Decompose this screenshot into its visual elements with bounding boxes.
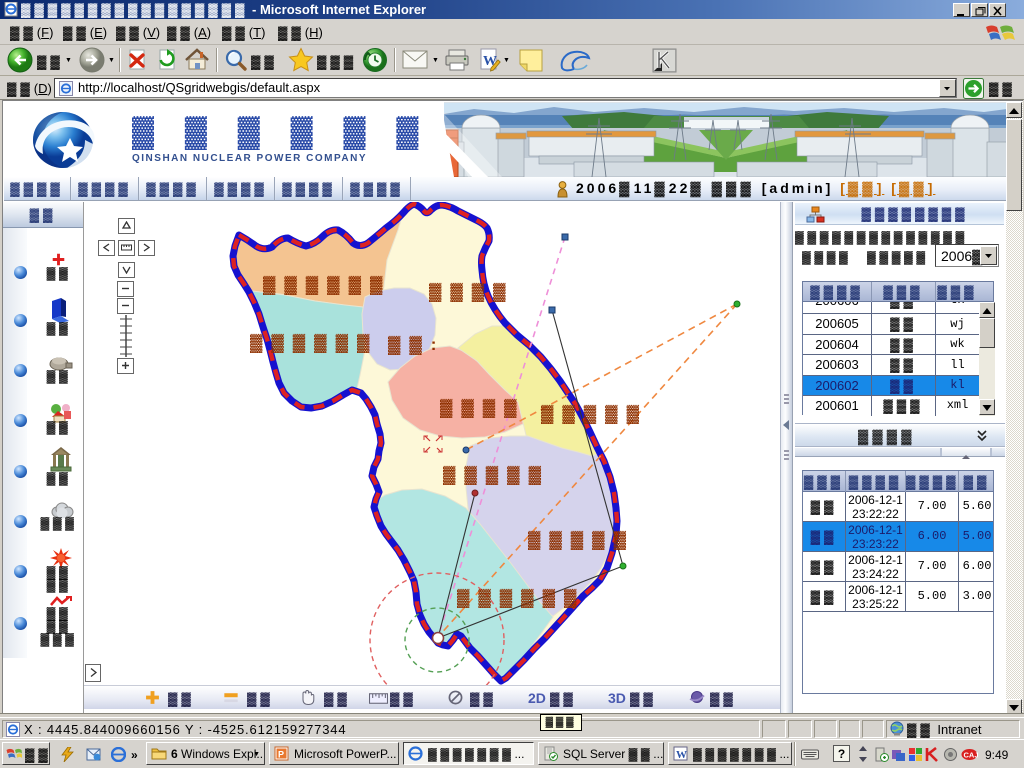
svg-text:▓▓▓▓▓▓: ▓▓▓▓▓▓	[263, 275, 391, 295]
svg-text:▓▓:: ▓▓:	[388, 335, 445, 355]
svg-text:▓▓▓▓▓▓: ▓▓▓▓▓▓	[250, 333, 378, 353]
svg-text:W: W	[676, 749, 687, 761]
svg-text:P: P	[278, 750, 284, 760]
svg-text:▓▓▓▓▓: ▓▓▓▓▓	[528, 530, 635, 550]
svg-text:CAJ: CAJ	[964, 751, 979, 760]
svg-text:▓▓▓▓▓: ▓▓▓▓▓	[443, 465, 550, 485]
svg-text:▓▓▓▓▓▓: ▓▓▓▓▓▓	[457, 588, 585, 608]
svg-text:▓▓▓▓▓: ▓▓▓▓▓	[541, 404, 648, 424]
svg-text:▓▓▓▓: ▓▓▓▓	[440, 398, 526, 418]
svg-text:▓▓▓▓: ▓▓▓▓	[429, 282, 515, 302]
